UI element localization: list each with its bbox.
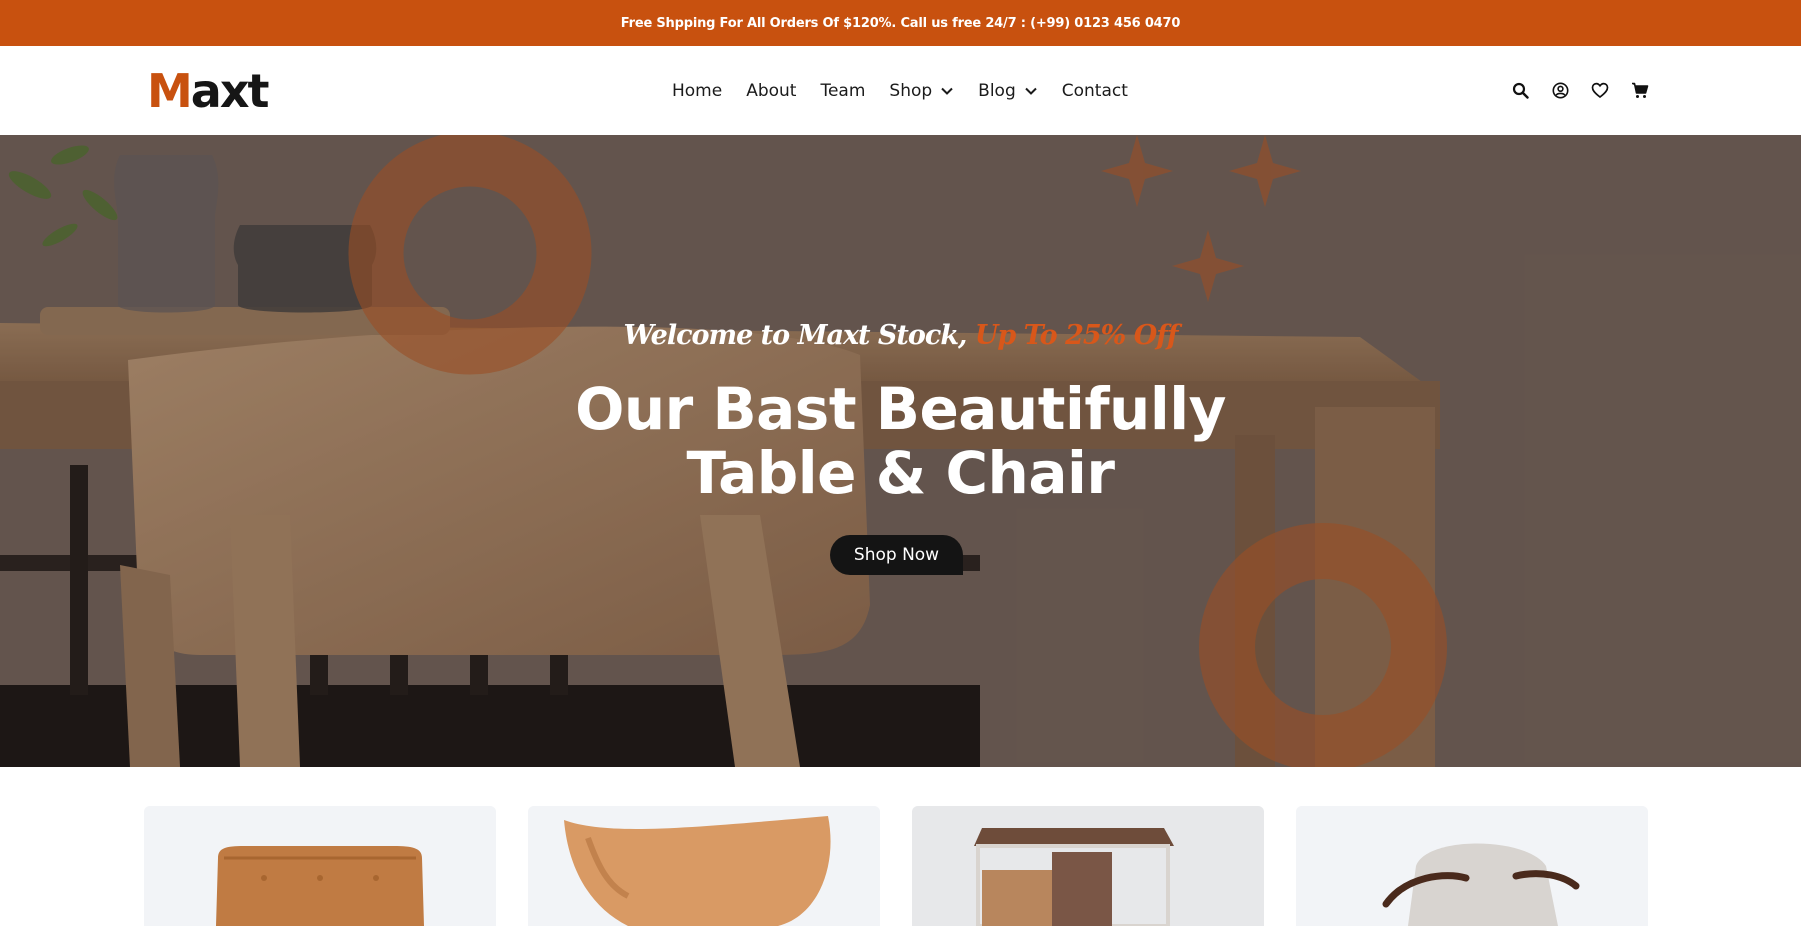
nav-team[interactable]: Team (820, 81, 865, 101)
product-cards (144, 806, 1680, 926)
header-actions (1508, 46, 1668, 135)
nav-team-label: Team (820, 80, 866, 101)
leather-ottoman-image (144, 806, 496, 926)
hero-content: Welcome to Maxt Stock, Up To 25% Off Our… (0, 135, 1801, 767)
user-icon[interactable] (1548, 79, 1572, 103)
hero-tag-offer: Up To 25% Off (974, 320, 1179, 351)
nav-about-label: About (746, 80, 797, 101)
wooden-bowl-chair-image (528, 806, 880, 926)
promo-text: Free Shpping For All Orders Of $120%. Ca… (620, 15, 1181, 31)
logo-rest: axt (190, 64, 270, 118)
nav-home[interactable]: Home (672, 81, 722, 101)
hero-banner: Welcome to Maxt Stock, Up To 25% Off Our… (0, 135, 1801, 767)
chevron-down-icon (1025, 87, 1037, 95)
nav-shop-label: Shop (889, 80, 933, 101)
chevron-down-icon (941, 87, 953, 95)
nav-about[interactable]: About (746, 81, 796, 101)
promo-bar: Free Shpping For All Orders Of $120%. Ca… (0, 0, 1801, 46)
nav-blog[interactable]: Blog (978, 81, 1038, 101)
armchair-image (1296, 806, 1648, 926)
product-card-bowl-chair[interactable] (528, 806, 880, 926)
shop-now-button[interactable]: Shop Now (830, 535, 963, 575)
search-icon[interactable] (1508, 79, 1532, 103)
nav-home-label: Home (672, 80, 723, 101)
product-card-ottoman[interactable] (144, 806, 496, 926)
product-card-side-table[interactable] (912, 806, 1264, 926)
logo[interactable]: Maxt (147, 64, 270, 118)
hero-tag-welcome: Welcome to Maxt Stock, (623, 320, 968, 351)
nav-contact[interactable]: Contact (1062, 81, 1128, 101)
main-nav: Home About Team Shop Blog Contact (672, 46, 1152, 135)
hero-title: Our Bast Beautifully Table & Chair (0, 377, 1801, 505)
product-card-armchair[interactable] (1296, 806, 1648, 926)
side-table-cabinet-image (912, 806, 1264, 926)
hero-title-line1: Our Bast Beautifully (575, 375, 1226, 443)
cart-icon[interactable] (1628, 79, 1652, 103)
nav-blog-label: Blog (978, 80, 1016, 101)
hero-tagline: Welcome to Maxt Stock, Up To 25% Off (0, 320, 1801, 351)
nav-contact-label: Contact (1061, 80, 1128, 101)
logo-initial: M (147, 64, 193, 118)
heart-icon[interactable] (1588, 79, 1612, 103)
site-header: Maxt Home About Team Shop Blog Contact (0, 46, 1801, 135)
nav-shop[interactable]: Shop (889, 81, 954, 101)
hero-title-line2: Table & Chair (686, 439, 1115, 507)
